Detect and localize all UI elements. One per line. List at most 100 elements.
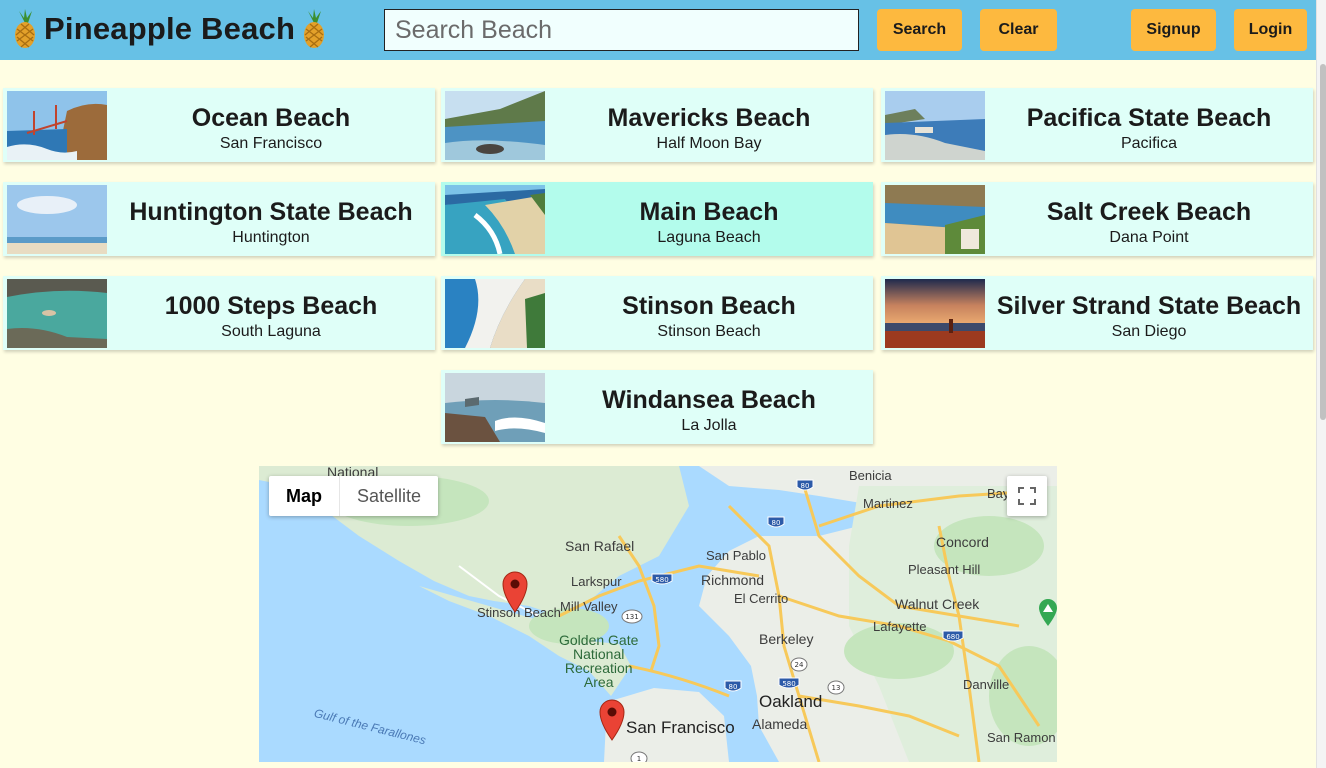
beach-card[interactable]: Huntington State Beach Huntington — [3, 182, 435, 256]
route-shield-icon: 131 — [621, 609, 643, 624]
map-label-lafayette: Lafayette — [873, 619, 927, 634]
beach-card[interactable]: Stinson Beach Stinson Beach — [441, 276, 873, 350]
beach-city: Half Moon Bay — [656, 135, 762, 152]
map-label-pleasant-hill: Pleasant Hill — [908, 562, 981, 577]
beach-city: San Francisco — [219, 135, 323, 152]
beach-photo — [445, 279, 545, 348]
beach-photo — [445, 185, 545, 254]
map-label-berkeley: Berkeley — [759, 631, 814, 647]
map-label-san-francisco: San Francisco — [626, 718, 735, 737]
route-shield-icon: 680 — [942, 630, 964, 642]
beach-photo — [7, 91, 107, 160]
beach-city: Pacifica — [1120, 135, 1178, 152]
beach-photo — [885, 91, 985, 160]
route-shield-label: 1 — [637, 755, 641, 762]
map-label-walnut-creek: Walnut Creek — [895, 596, 980, 612]
route-shield-icon: 580 — [651, 573, 673, 585]
route-shield-icon: 80 — [767, 516, 785, 528]
beach-city: Huntington — [232, 229, 310, 246]
beach-name[interactable]: Salt Creek Beach — [985, 198, 1313, 227]
route-shield-label: 13 — [832, 684, 841, 692]
beach-card[interactable]: Windansea Beach La Jolla — [441, 370, 873, 444]
beach-card[interactable]: Ocean Beach San Francisco — [3, 88, 435, 162]
map-label-el-cerrito: El Cerrito — [734, 591, 789, 606]
beach-name[interactable]: Ocean Beach — [107, 104, 435, 133]
scrollbar-thumb[interactable] — [1320, 64, 1326, 420]
pineapple-icon — [299, 9, 329, 49]
beach-photo — [445, 91, 545, 160]
map-label-mill-valley: Mill Valley — [560, 599, 618, 614]
beach-card[interactable]: 1000 Steps Beach South Laguna — [3, 276, 435, 350]
park-marker-icon[interactable] — [1038, 599, 1057, 627]
route-shield-icon: 1 — [630, 751, 648, 762]
beach-city: Stinson Beach — [657, 323, 761, 340]
route-shield-icon: 580 — [778, 677, 800, 689]
map-label-martinez: Martinez — [863, 496, 913, 511]
map-label-danville: Danville — [963, 677, 1010, 692]
beach-city: South Laguna — [221, 323, 321, 340]
route-shield-label: 580 — [655, 576, 668, 584]
beach-city: Dana Point — [1109, 229, 1189, 246]
stinson-beach-marker-icon[interactable] — [501, 571, 529, 613]
map-type-satellite-button[interactable]: Satellite — [340, 476, 438, 516]
beach-card[interactable]: Main Beach Laguna Beach — [441, 182, 873, 256]
clear-button[interactable]: Clear — [980, 9, 1057, 51]
beach-name[interactable]: Windansea Beach — [545, 386, 873, 415]
beach-card[interactable]: Silver Strand State Beach San Diego — [881, 276, 1313, 350]
route-shield-icon: 24 — [790, 657, 808, 672]
search-button[interactable]: Search — [877, 9, 962, 51]
route-shield-icon: 13 — [827, 680, 845, 695]
fullscreen-button[interactable] — [1007, 476, 1047, 516]
login-button[interactable]: Login — [1234, 9, 1307, 51]
beach-name[interactable]: Main Beach — [545, 198, 873, 227]
beach-name[interactable]: Mavericks Beach — [545, 104, 873, 133]
beach-city: Laguna Beach — [657, 229, 761, 246]
beach-card[interactable]: Pacifica State Beach Pacifica — [881, 88, 1313, 162]
beach-photo — [885, 185, 985, 254]
beach-photo — [885, 279, 985, 348]
beach-photo — [7, 279, 107, 348]
route-shield-label: 580 — [782, 680, 795, 688]
map-type-map-button[interactable]: Map — [269, 476, 340, 516]
map-label-alameda: Alameda — [752, 716, 808, 732]
beach-photo — [445, 373, 545, 442]
route-shield-label: 680 — [946, 633, 959, 641]
route-shield-label: 80 — [801, 482, 810, 490]
signup-button[interactable]: Signup — [1131, 9, 1216, 51]
route-shield-label: 24 — [795, 661, 804, 669]
brand[interactable]: Pineapple Beach — [10, 6, 329, 52]
beach-name[interactable]: Pacifica State Beach — [985, 104, 1313, 133]
map-label-golden-gate: Golden Gate National Recreation Area — [559, 632, 639, 690]
app-title: Pineapple Beach — [44, 11, 296, 46]
map-label-san-rafael: San Rafael — [565, 538, 635, 554]
map-label-san-pablo: San Pablo — [706, 548, 766, 563]
beach-map[interactable]: National Benicia Martinez Bay Pt Concord… — [259, 466, 1057, 762]
map-label-san-ramon: San Ramon — [987, 730, 1056, 745]
map-label-concord: Concord — [936, 534, 989, 550]
beach-name[interactable]: Silver Strand State Beach — [985, 292, 1313, 321]
fullscreen-icon — [1018, 487, 1036, 505]
search-input[interactable] — [384, 9, 859, 51]
route-shield-icon: 80 — [724, 680, 742, 692]
beach-city: La Jolla — [681, 417, 737, 434]
map-label-benicia: Benicia — [849, 468, 892, 483]
route-shield-label: 80 — [729, 683, 738, 691]
beach-photo — [7, 185, 107, 254]
top-bar: Pineapple Beach Search Clear Signup Logi… — [0, 0, 1316, 60]
route-shield-label: 131 — [625, 613, 638, 621]
beach-name[interactable]: Stinson Beach — [545, 292, 873, 321]
beach-city: San Diego — [1111, 323, 1187, 340]
map-type-control: Map Satellite — [269, 476, 439, 516]
beach-card[interactable]: Salt Creek Beach Dana Point — [881, 182, 1313, 256]
beach-name[interactable]: Huntington State Beach — [107, 198, 435, 227]
pineapple-icon — [10, 9, 40, 49]
map-label-richmond: Richmond — [701, 572, 765, 588]
route-shield-icon: 80 — [796, 479, 814, 491]
ocean-beach-marker-icon[interactable] — [598, 699, 626, 741]
map-label-larkspur: Larkspur — [571, 574, 622, 589]
page-scrollbar[interactable] — [1316, 0, 1326, 768]
beach-card[interactable]: Mavericks Beach Half Moon Bay — [441, 88, 873, 162]
map-label-oakland: Oakland — [759, 692, 823, 711]
beach-name[interactable]: 1000 Steps Beach — [107, 292, 435, 321]
route-shield-label: 80 — [772, 519, 781, 527]
